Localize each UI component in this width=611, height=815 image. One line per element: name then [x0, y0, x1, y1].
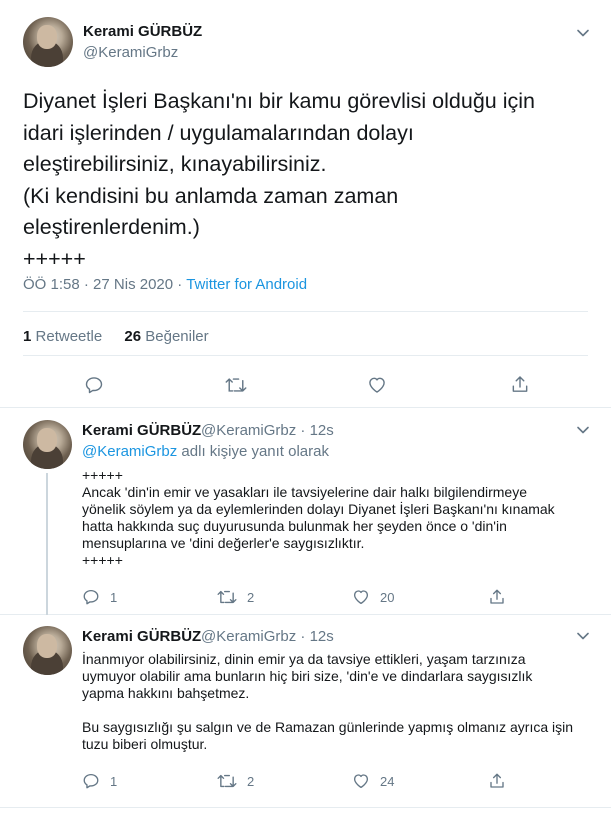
retweet-label: Retweetle: [35, 328, 103, 345]
reply-to-suffix: adlı kişiye yanıt olarak: [181, 443, 329, 460]
main-actions: [0, 370, 611, 400]
share-icon[interactable]: [510, 374, 530, 395]
share-action[interactable]: [488, 588, 506, 606]
retweet-action[interactable]: 2: [217, 772, 254, 790]
tweet-text-line: mensuplarına ve 'dini değerler'e saygısı…: [82, 535, 365, 551]
reply-count: 1: [110, 589, 118, 605]
tweet-text-line: eleştirenlerdenim.): [23, 215, 200, 239]
reply-count: 1: [110, 773, 118, 789]
like-label: Beğeniler: [145, 328, 209, 345]
like-action[interactable]: 24: [352, 772, 394, 790]
tweet-text-line: eleştirebilirsiniz, kınayabilirsiniz.: [23, 152, 327, 176]
tweet-text-line: (Ki kendisini bu anlamda zaman zaman: [23, 183, 399, 208]
retweet-action[interactable]: 2: [217, 588, 254, 606]
like-count: 20: [380, 589, 395, 605]
tweet-meta: ÖÖ 1:58 · 27 Nis 2020 · Twitter for Andr…: [23, 276, 307, 293]
divider: [23, 355, 588, 356]
tweet-text: Diyanet İşleri Başkanı'nı bir kamu görev…: [23, 86, 593, 275]
author-handle[interactable]: @KeramiGrbz: [201, 422, 296, 439]
meta-separator: ·: [300, 422, 306, 439]
reply-header-meta: @KeramiGrbz · 12s: [201, 628, 334, 645]
share-action[interactable]: [488, 772, 506, 790]
tweet-text-line: Diyanet İşleri Başkanı'nı bir kamu görev…: [23, 89, 535, 113]
tweet-text-line: uymuyor olabilir ama bunların hiç biri s…: [82, 668, 533, 684]
heart-icon[interactable]: [352, 772, 370, 790]
share-icon[interactable]: [488, 588, 506, 606]
tweet-text-line: +++++: [23, 246, 86, 271]
tweet-text-line: İnanmıyor olabilirsiniz, dinin emir ya d…: [82, 651, 526, 667]
reply-action[interactable]: 1: [82, 588, 117, 606]
tweet-text-line: idari işlerinden / uygulamalarından dola…: [23, 120, 414, 145]
retweets-stat[interactable]: 1 Retweetle: [23, 328, 102, 345]
reply-tweet[interactable]: Kerami GÜRBÜZ @KeramiGrbz · 12s @KeramiG…: [0, 409, 611, 615]
retweet-icon[interactable]: [217, 588, 237, 606]
reply-icon[interactable]: [84, 375, 104, 395]
chevron-down-icon[interactable]: [576, 26, 590, 40]
divider: [23, 311, 588, 312]
retweet-icon[interactable]: [217, 772, 237, 790]
tweet-text-line: Bu saygısızlığı şu salgın ve de Ramazan …: [82, 719, 574, 735]
reply-actions: 1 2 20: [82, 588, 562, 608]
author-name[interactable]: Kerami GÜRBÜZ: [82, 628, 201, 645]
retweet-count: 1: [23, 328, 32, 345]
tweet-text-line: Ancak 'din'in emir ve yasakları ile tavs…: [82, 484, 527, 500]
avatar[interactable]: [23, 17, 73, 67]
tweet-time[interactable]: ÖÖ 1:58: [23, 276, 80, 293]
reply-actions: 1 2 24: [82, 772, 562, 792]
author-handle[interactable]: @KeramiGrbz: [201, 628, 296, 645]
share-icon[interactable]: [488, 772, 506, 790]
tweet-text-line: [82, 702, 597, 719]
heart-icon[interactable]: [367, 375, 387, 395]
reply-header-meta: @KeramiGrbz · 12s: [201, 422, 334, 439]
chevron-down-icon[interactable]: [576, 629, 590, 643]
tweet-text: +++++ Ancak 'din'in emir ve yasakları il…: [82, 467, 597, 569]
tweet-date[interactable]: 27 Nis 2020: [93, 276, 173, 293]
like-count: 26: [124, 328, 142, 345]
retweet-count: 2: [247, 589, 255, 605]
author-name[interactable]: Kerami GÜRBÜZ: [82, 422, 201, 439]
author-handle[interactable]: @KeramiGrbz: [83, 44, 178, 61]
reply-context: @KeramiGrbz adlı kişiye yanıt olarak: [82, 443, 329, 460]
reply-action[interactable]: 1: [82, 772, 117, 790]
chevron-down-icon[interactable]: [576, 423, 590, 437]
tweet-text-line: +++++: [82, 467, 123, 483]
tweet-stats: 1 Retweetle 26 Beğeniler: [23, 328, 209, 345]
reply-tweet[interactable]: Kerami GÜRBÜZ @KeramiGrbz · 12s İnanmıyo…: [0, 615, 611, 808]
like-action[interactable]: 20: [352, 588, 394, 606]
tweet-text-line: hatta hakkında suç duyurusunda bulunmak …: [82, 518, 507, 534]
tweet-time[interactable]: 12s: [310, 422, 334, 439]
avatar[interactable]: [23, 626, 72, 675]
heart-icon[interactable]: [352, 588, 370, 606]
tweet-text-line: yönelik söylem ya da eylemlerinden dolay…: [82, 501, 555, 517]
avatar[interactable]: [23, 420, 72, 469]
meta-separator: ·: [83, 276, 89, 293]
retweet-icon[interactable]: [225, 375, 247, 395]
reply-to-handle[interactable]: @KeramiGrbz: [82, 443, 177, 460]
reply-icon[interactable]: [82, 772, 100, 790]
main-tweet: Kerami GÜRBÜZ @KeramiGrbz Diyanet İşleri…: [0, 0, 611, 408]
reply-icon[interactable]: [82, 588, 100, 606]
like-count: 24: [380, 773, 395, 789]
tweet-text-line: tuzu biberi olmuştur.: [82, 736, 208, 752]
tweet-text: İnanmıyor olabilirsiniz, dinin emir ya d…: [82, 651, 597, 753]
meta-separator: ·: [177, 276, 183, 293]
tweet-time[interactable]: 12s: [310, 628, 334, 645]
meta-separator: ·: [300, 628, 306, 645]
likes-stat[interactable]: 26 Beğeniler: [124, 328, 208, 345]
retweet-count: 2: [247, 773, 255, 789]
tweet-text-line: +++++: [82, 552, 123, 568]
author-name[interactable]: Kerami GÜRBÜZ: [83, 23, 202, 40]
thread-line: [46, 473, 48, 615]
source-app-link[interactable]: Twitter for Android: [186, 276, 307, 293]
tweet-text-line: yapma hakkını bahşetmez.: [82, 685, 250, 701]
